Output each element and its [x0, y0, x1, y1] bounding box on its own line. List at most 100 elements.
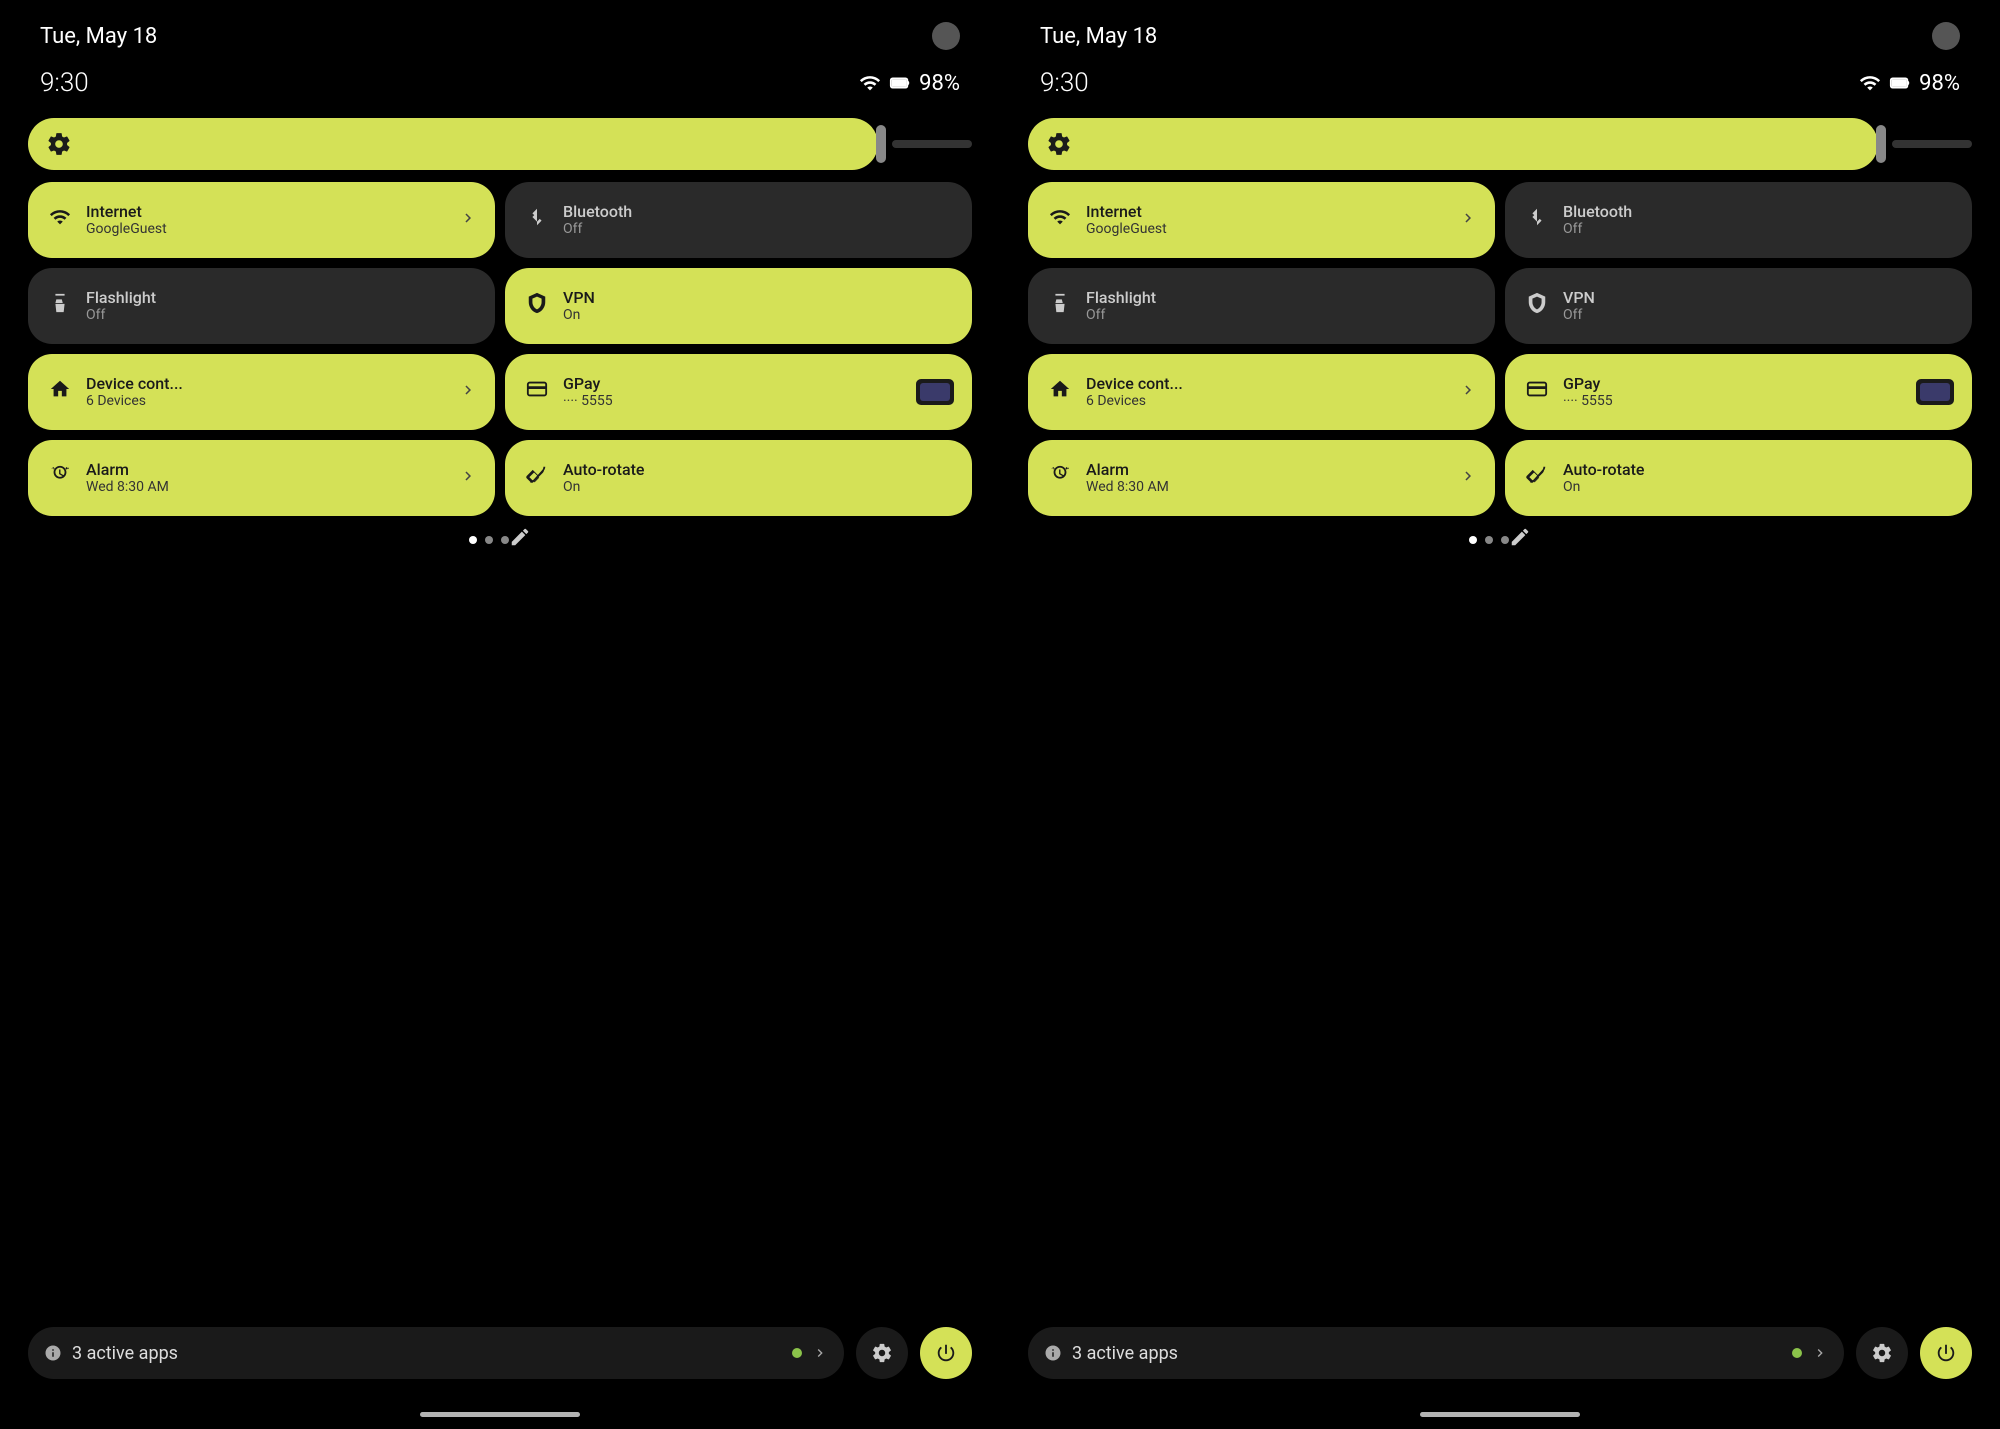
- tile-vpn-right[interactable]: VPN Off: [1505, 268, 1972, 344]
- tile-alarm-label-right: Alarm: [1086, 460, 1169, 479]
- gpay-icon-right: [1523, 378, 1551, 406]
- tile-gpay-label-left: GPay: [563, 374, 613, 393]
- tile-rotate-label-left: Auto-rotate: [563, 460, 644, 479]
- dots-row-left: [441, 516, 559, 554]
- page-dots-left: [469, 536, 509, 544]
- qs-right: Internet GoogleGuest Bluetooth Off: [1000, 98, 2000, 516]
- tile-alarm-sub-left: Wed 8:30 AM: [86, 479, 169, 496]
- power-icon-left: [935, 1342, 957, 1364]
- tile-flashlight-sub-left: Off: [86, 307, 156, 324]
- tile-rotate-left[interactable]: Auto-rotate On: [505, 440, 972, 516]
- brightness-row-right[interactable]: [1028, 118, 1972, 170]
- left-panel: Tue, May 18 9:30 98%: [0, 0, 1000, 1429]
- tile-internet-right[interactable]: Internet GoogleGuest: [1028, 182, 1495, 258]
- tile-bluetooth-right[interactable]: Bluetooth Off: [1505, 182, 1972, 258]
- power-btn-left[interactable]: [920, 1327, 972, 1379]
- gpay-card-right: [1916, 379, 1954, 405]
- status-icons-left: 98%: [859, 71, 960, 96]
- camera-dot-left: [932, 22, 960, 50]
- tile-vpn-label-left: VPN: [563, 288, 595, 307]
- tile-bluetooth-label-right: Bluetooth: [1563, 202, 1632, 221]
- alarm-icon-right: [1046, 464, 1074, 492]
- status-bar-right: Tue, May 18: [1000, 0, 2000, 50]
- time-bar-right: 9:30 98%: [1000, 50, 2000, 98]
- vpn-icon-left: [523, 292, 551, 320]
- date-left: Tue, May 18: [40, 24, 157, 49]
- tile-bluetooth-left[interactable]: Bluetooth Off: [505, 182, 972, 258]
- tile-device-sub-left: 6 Devices: [86, 393, 183, 410]
- chevron-internet-left: [459, 209, 477, 231]
- active-chevron-right: [1812, 1345, 1828, 1361]
- right-panel: Tue, May 18 9:30 98%: [1000, 0, 2000, 1429]
- edit-icon-right[interactable]: [1509, 526, 1531, 554]
- gear-btn-right[interactable]: [1856, 1327, 1908, 1379]
- tile-alarm-right[interactable]: Alarm Wed 8:30 AM: [1028, 440, 1495, 516]
- tile-device-label-right: Device cont...: [1086, 374, 1183, 393]
- tile-alarm-label-left: Alarm: [86, 460, 169, 479]
- tile-gpay-left[interactable]: GPay ···· 5555: [505, 354, 972, 430]
- dot-2-right: [1485, 536, 1493, 544]
- tile-alarm-left[interactable]: Alarm Wed 8:30 AM: [28, 440, 495, 516]
- tile-device-right[interactable]: Device cont... 6 Devices: [1028, 354, 1495, 430]
- tile-vpn-left[interactable]: VPN On: [505, 268, 972, 344]
- brightness-icon-left: [46, 131, 72, 157]
- wifi-icon-right: [1046, 206, 1074, 234]
- time-bar-left: 9:30 98%: [0, 50, 1000, 98]
- gear-icon-left: [871, 1342, 893, 1364]
- tile-rotate-sub-right: On: [1563, 479, 1644, 496]
- brightness-thumb-left: [876, 125, 886, 163]
- bluetooth-icon-right: [1523, 206, 1551, 234]
- tile-internet-label-right: Internet: [1086, 202, 1167, 221]
- tile-gpay-sub-right: ···· 5555: [1563, 393, 1613, 410]
- home-indicator-right: [1420, 1412, 1580, 1417]
- gear-btn-left[interactable]: [856, 1327, 908, 1379]
- time-right: 9:30: [1040, 68, 1089, 98]
- status-icons-right: 98%: [1859, 71, 1960, 96]
- time-left: 9:30: [40, 68, 89, 98]
- tile-gpay-right[interactable]: GPay ···· 5555: [1505, 354, 1972, 430]
- gpay-icon-left: [523, 378, 551, 406]
- active-apps-pill-left[interactable]: 3 active apps: [28, 1327, 844, 1379]
- tile-flashlight-right[interactable]: Flashlight Off: [1028, 268, 1495, 344]
- qs-grid-left: Internet GoogleGuest Bluetooth Off: [28, 182, 972, 516]
- vpn-icon-right: [1523, 292, 1551, 320]
- battery-pct-left: 98%: [919, 71, 960, 96]
- battery-pct-right: 98%: [1919, 71, 1960, 96]
- rotate-icon-right: [1523, 464, 1551, 492]
- tile-gpay-sub-left: ···· 5555: [563, 393, 613, 410]
- tile-vpn-sub-left: On: [563, 307, 595, 324]
- brightness-icon-right: [1046, 131, 1072, 157]
- tile-device-left[interactable]: Device cont... 6 Devices: [28, 354, 495, 430]
- active-apps-pill-right[interactable]: 3 active apps: [1028, 1327, 1844, 1379]
- active-dot-left: [792, 1348, 802, 1358]
- power-btn-right[interactable]: [1920, 1327, 1972, 1379]
- info-icon-right: [1044, 1344, 1062, 1362]
- bottom-bar-right: 3 active apps: [1000, 1327, 2000, 1379]
- alarm-icon-left: [46, 464, 74, 492]
- gear-icon-right: [1871, 1342, 1893, 1364]
- flashlight-icon-left: [46, 292, 74, 320]
- tile-internet-left[interactable]: Internet GoogleGuest: [28, 182, 495, 258]
- tile-bluetooth-sub-right: Off: [1563, 221, 1632, 238]
- tile-rotate-right[interactable]: Auto-rotate On: [1505, 440, 1972, 516]
- brightness-tail-right: [1892, 140, 1972, 148]
- tile-bluetooth-label-left: Bluetooth: [563, 202, 632, 221]
- home-icon-right: [1046, 378, 1074, 406]
- tile-flashlight-left[interactable]: Flashlight Off: [28, 268, 495, 344]
- tile-flashlight-label-left: Flashlight: [86, 288, 156, 307]
- brightness-tail-left: [892, 140, 972, 148]
- bluetooth-icon-left: [523, 206, 551, 234]
- dot-1-left: [469, 536, 477, 544]
- tile-alarm-sub-right: Wed 8:30 AM: [1086, 479, 1169, 496]
- dots-row-right: [1441, 516, 1559, 554]
- dot-3-right: [1501, 536, 1509, 544]
- edit-icon-left[interactable]: [509, 526, 531, 554]
- power-icon-right: [1935, 1342, 1957, 1364]
- tile-rotate-sub-left: On: [563, 479, 644, 496]
- chevron-device-right: [1459, 381, 1477, 403]
- brightness-slider-left[interactable]: [28, 118, 878, 170]
- brightness-row-left[interactable]: [28, 118, 972, 170]
- rotate-icon-left: [523, 464, 551, 492]
- info-icon-left: [44, 1344, 62, 1362]
- brightness-slider-right[interactable]: [1028, 118, 1878, 170]
